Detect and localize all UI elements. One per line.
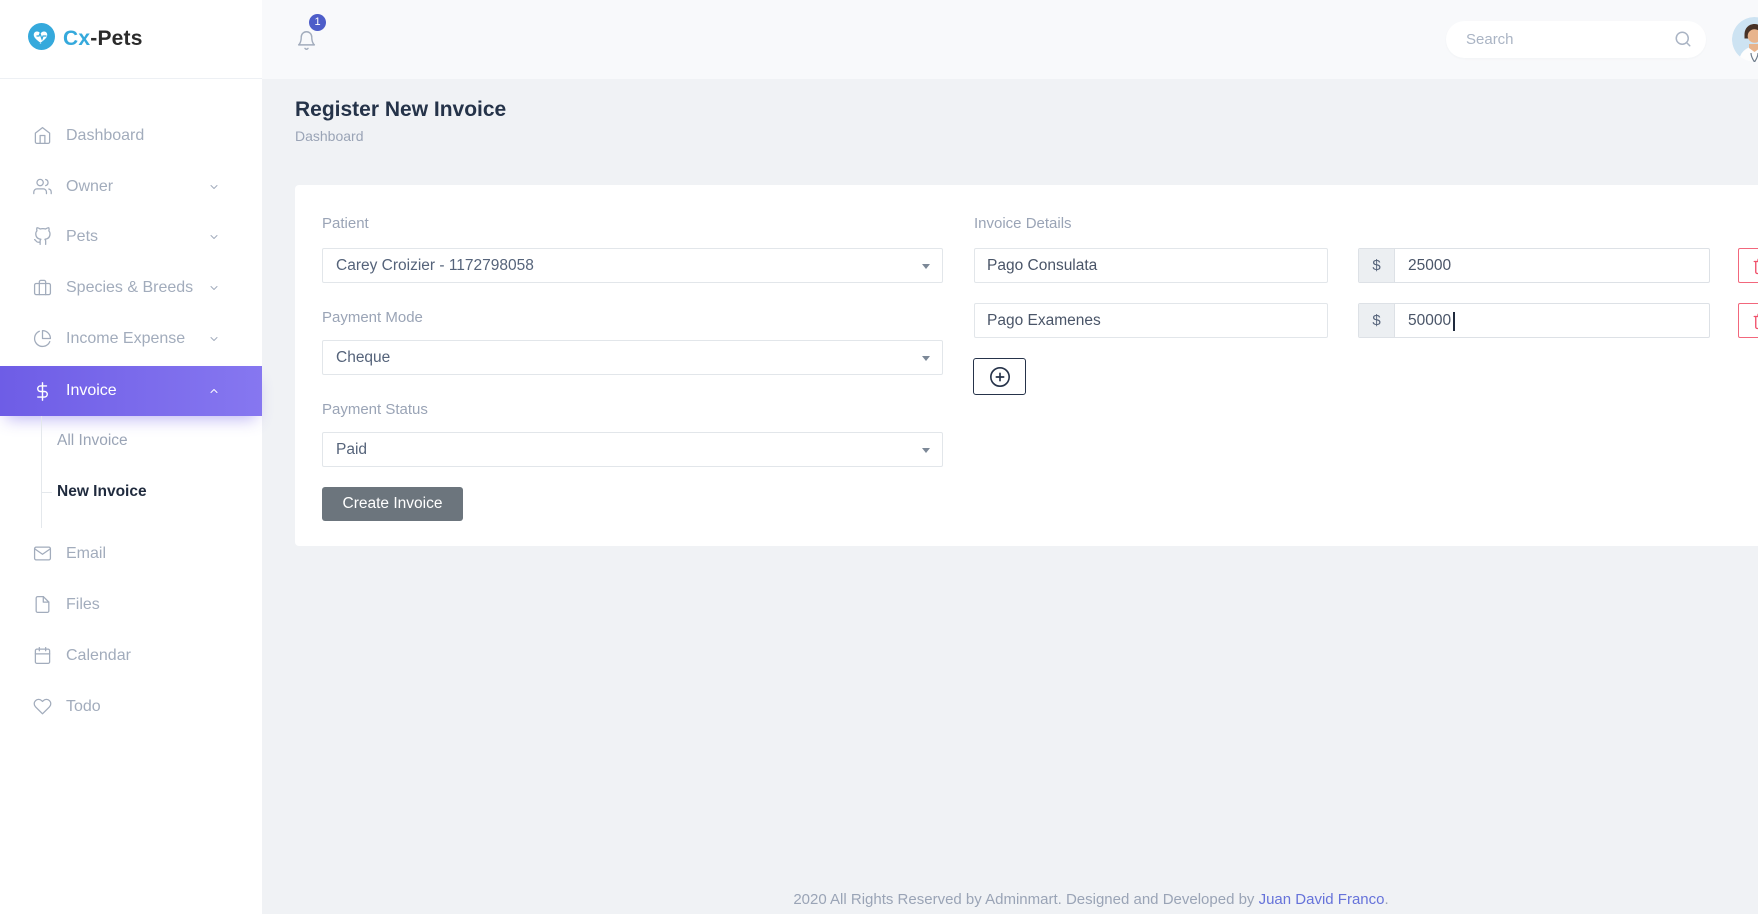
sidebar-item-pets[interactable]: Pets: [0, 211, 262, 262]
sidebar-item-label: Email: [66, 545, 106, 563]
sidebar-item-label: Calendar: [66, 647, 131, 665]
notification-badge: 1: [309, 14, 326, 31]
sidebar-item-label: Invoice: [66, 382, 117, 400]
sidebar-subitem-all-invoice[interactable]: All Invoice: [57, 430, 128, 452]
invoice-form-card: Patient Carey Croizier - 1172798058 Paym…: [295, 185, 1758, 546]
payment-mode-select[interactable]: Cheque: [322, 340, 943, 375]
home-icon: [33, 126, 52, 145]
sidebar-item-label: Files: [66, 596, 100, 614]
topbar: 1: [262, 0, 1758, 79]
sidebar-item-species-breeds[interactable]: Species & Breeds: [0, 262, 262, 313]
page-title: Register New Invoice: [295, 98, 506, 122]
invoice-item-description-input[interactable]: [974, 248, 1328, 283]
search-box: [1446, 21, 1706, 58]
github-cat-icon: [33, 227, 52, 246]
sidebar-item-owner[interactable]: Owner: [0, 161, 262, 212]
payment-status-label: Payment Status: [322, 401, 428, 418]
search-input[interactable]: [1446, 21, 1706, 58]
create-invoice-button[interactable]: Create Invoice: [322, 487, 463, 521]
calendar-icon: [33, 646, 52, 665]
patient-select[interactable]: Carey Croizier - 1172798058: [322, 248, 943, 283]
brand-logo[interactable]: Cx-Pets: [0, 0, 262, 79]
notifications-button[interactable]: 1: [296, 14, 340, 58]
main-content: Register New Invoice Dashboard Patient C…: [262, 79, 1758, 914]
heart-pulse-icon: [28, 23, 55, 55]
currency-prefix: $: [1359, 304, 1395, 337]
sidebar-item-label: Species & Breeds: [66, 279, 193, 297]
invoice-item-description-input[interactable]: [974, 303, 1328, 338]
sidebar-item-todo[interactable]: Todo: [0, 681, 262, 732]
users-icon: [33, 177, 52, 196]
bell-icon: [296, 30, 317, 51]
payment-mode-label: Payment Mode: [322, 309, 423, 326]
invoice-item-amount-group: $: [1358, 303, 1710, 338]
sidebar-item-label: Income Expense: [66, 330, 185, 348]
chevron-down-icon: [208, 181, 220, 193]
sidebar-item-income-expense[interactable]: Income Expense: [0, 313, 262, 364]
sidebar-item-files[interactable]: Files: [0, 579, 262, 630]
file-icon: [33, 595, 52, 614]
footer-credit-link[interactable]: Juan David Franco: [1259, 891, 1385, 908]
plus-circle-icon: [989, 366, 1011, 388]
sidebar-item-calendar[interactable]: Calendar: [0, 630, 262, 681]
heart-icon: [33, 697, 52, 716]
search-icon[interactable]: [1674, 30, 1692, 48]
patient-label: Patient: [322, 215, 369, 232]
delete-row-button[interactable]: [1738, 248, 1758, 283]
breadcrumb[interactable]: Dashboard: [295, 128, 364, 144]
sidebar-item-label: Todo: [66, 698, 101, 716]
invoice-item-amount-input[interactable]: [1395, 249, 1709, 282]
mail-icon: [33, 544, 52, 563]
invoice-item-amount-input[interactable]: [1395, 304, 1709, 337]
payment-status-select[interactable]: Paid: [322, 432, 943, 467]
chevron-up-icon: [208, 385, 220, 397]
sidebar-item-label: Dashboard: [66, 127, 144, 145]
add-row-button[interactable]: [973, 358, 1026, 395]
sidebar-subitem-new-invoice[interactable]: New Invoice: [57, 481, 147, 503]
footer-text-suffix: .: [1385, 891, 1389, 908]
sidebar-item-invoice[interactable]: Invoice: [0, 366, 262, 416]
user-avatar[interactable]: [1732, 17, 1758, 62]
sidebar: Cx-Pets Dashboard Owner Pets Species & B…: [0, 0, 262, 914]
footer: 2020 All Rights Reserved by Adminmart. D…: [262, 891, 1758, 908]
chevron-down-icon: [208, 282, 220, 294]
footer-text: 2020 All Rights Reserved by Adminmart. D…: [793, 891, 1258, 908]
sidebar-item-email[interactable]: Email: [0, 528, 262, 579]
chevron-down-icon: [208, 231, 220, 243]
subnav-tree-line: [41, 416, 42, 528]
trash-icon: [1752, 257, 1758, 275]
text-cursor: [1453, 312, 1455, 331]
subnav-tree-tick: [41, 492, 52, 493]
chevron-down-icon: [208, 333, 220, 345]
invoice-item-amount-group: $: [1358, 248, 1710, 283]
app-screen: Cx-Pets Dashboard Owner Pets Species & B…: [0, 0, 1758, 914]
delete-row-button[interactable]: [1738, 303, 1758, 338]
sidebar-item-label: Pets: [66, 228, 98, 246]
invoice-details-label: Invoice Details: [974, 215, 1072, 232]
currency-prefix: $: [1359, 249, 1395, 282]
dollar-icon: [33, 382, 52, 401]
brand-name: Cx-Pets: [63, 27, 143, 51]
briefcase-icon: [33, 278, 52, 297]
pie-chart-icon: [33, 329, 52, 348]
sidebar-item-label: Owner: [66, 178, 113, 196]
sidebar-item-dashboard[interactable]: Dashboard: [0, 110, 262, 161]
trash-icon: [1752, 312, 1758, 330]
